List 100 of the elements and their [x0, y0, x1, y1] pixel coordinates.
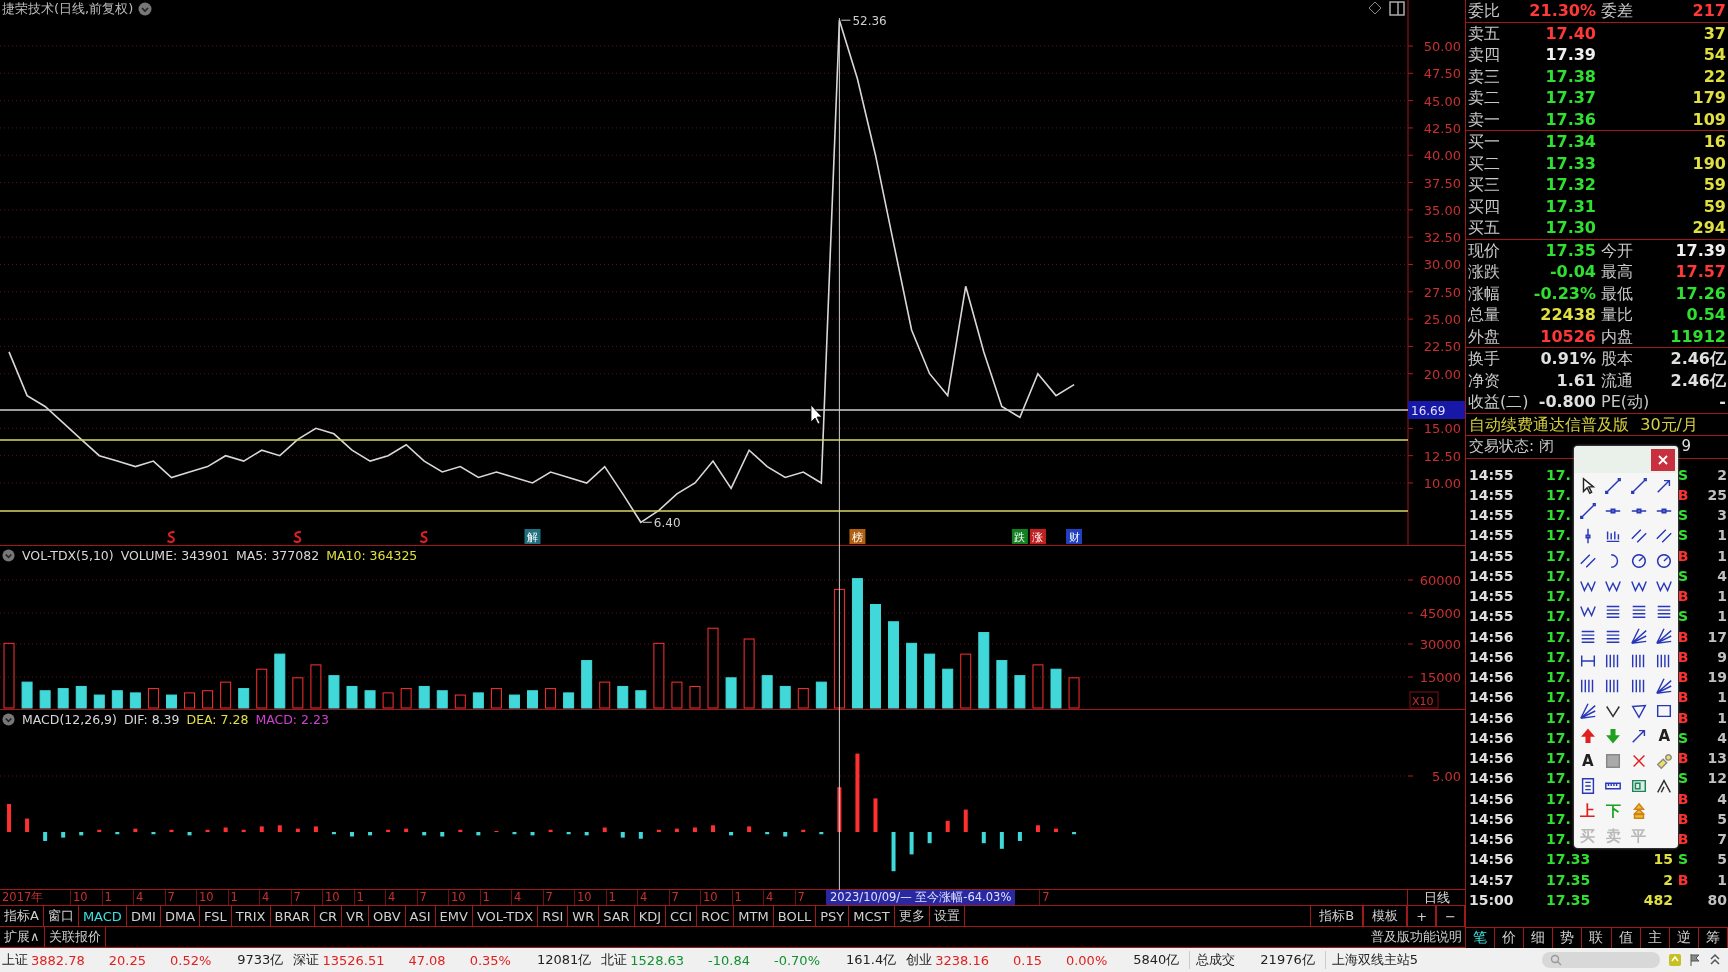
indicator-tab[interactable]: BRAR [270, 906, 315, 926]
indicator-tab[interactable]: BOLL [773, 906, 817, 926]
search-field[interactable] [1542, 952, 1660, 968]
promo-price[interactable]: 30元/月 [1640, 413, 1698, 435]
order-volume: 16 [1702, 131, 1727, 153]
marker-icon[interactable] [166, 531, 176, 543]
fan-icon[interactable] [1629, 626, 1648, 645]
tick-side: B [1677, 809, 1689, 829]
line-icon[interactable] [1629, 476, 1648, 495]
tick-time: 14:56 [1468, 668, 1514, 687]
fan-icon[interactable] [1578, 701, 1597, 720]
server-name: 上海双线主站5 [1324, 951, 1418, 969]
order-price: 17.34 [1544, 131, 1597, 153]
down-arrow-icon[interactable] [1604, 726, 1623, 745]
indicator-tab[interactable]: FSL [200, 906, 232, 926]
tick-side: B [1677, 485, 1689, 505]
event-tag[interactable]: 财 [1066, 529, 1083, 544]
indicator-tab[interactable]: MCST [849, 906, 895, 926]
axis-label: 32.50 [1423, 230, 1461, 246]
indicator-tab[interactable]: 更多 [894, 906, 930, 926]
axis-label: 37.50 [1423, 175, 1461, 191]
close-button[interactable] [1651, 448, 1675, 471]
tick-price: 17.35 [1546, 890, 1591, 910]
parallel-lines-icon[interactable] [1655, 526, 1674, 545]
text-tool[interactable]: 上 [1580, 801, 1596, 820]
event-tag[interactable]: 榜 [849, 529, 866, 544]
tick-side: B [1677, 688, 1689, 708]
flag-icon[interactable] [1688, 953, 1702, 967]
fan-icon[interactable] [1655, 676, 1674, 695]
indicator-tab[interactable]: KDJ [634, 906, 666, 926]
index-amount: 12081亿 [536, 951, 592, 969]
order-volume: 190 [1691, 152, 1727, 174]
indicator-tab[interactable]: WR [568, 906, 600, 926]
indicator-tab[interactable]: VR [342, 906, 369, 926]
index-change: 0.15 [1013, 952, 1042, 968]
indicator-tab[interactable]: DMA [160, 906, 201, 926]
toolbar-button[interactable]: + [1407, 906, 1437, 926]
indicator-value: MA5: 377082 [235, 548, 320, 563]
axis-label: 5.00 [1432, 769, 1461, 784]
eraser-icon[interactable] [1655, 751, 1674, 770]
square-icon[interactable] [1604, 751, 1623, 770]
indicator-tab[interactable]: RSI [538, 906, 569, 926]
indicator-tab[interactable]: DMI [126, 906, 161, 926]
up-arrows-icon[interactable] [1708, 953, 1722, 967]
diamond-icon[interactable] [1368, 1, 1382, 15]
parallel-lines-icon[interactable] [1578, 551, 1597, 570]
indicator-tab[interactable]: PSY [816, 906, 850, 926]
text-tool[interactable]: A [1581, 751, 1594, 770]
quote-label: 卖一 [1468, 108, 1501, 130]
indicator-tab[interactable]: EMV [435, 906, 473, 926]
indicator-tab[interactable]: 指标A [0, 906, 44, 926]
indicator-tab[interactable]: SAR [599, 906, 635, 926]
marker-icon[interactable] [292, 531, 302, 543]
tick-time: 15:00 [1468, 890, 1514, 910]
indicator-tab[interactable]: TRIX [231, 906, 271, 926]
tick-time: 14:56 [1468, 749, 1514, 768]
tick-price: 17. [1546, 546, 1571, 566]
quote-value: 17.35 [1544, 239, 1597, 261]
tick-count: 1 [1717, 708, 1728, 728]
panel-toggle-icon[interactable] [1389, 1, 1405, 16]
tick-price: 17. [1546, 566, 1571, 586]
indicator-tab[interactable]: ROC [697, 906, 735, 926]
indicator-tab[interactable]: ASI [405, 906, 436, 926]
collapse-icon[interactable] [2, 549, 15, 562]
text-tool[interactable]: A [1658, 726, 1671, 745]
promo-text[interactable]: 自动续费通达信普及版 [1469, 413, 1629, 435]
indicator-tab[interactable]: MACD [78, 906, 127, 926]
toolbar-button[interactable]: − [1436, 906, 1465, 926]
help-link[interactable]: 普及版功能说明 [1368, 927, 1465, 947]
indicator-tab[interactable]: CR [314, 906, 342, 926]
indicator-tab[interactable]: 窗口 [43, 906, 79, 926]
tick-time: 14:56 [1468, 830, 1514, 849]
line-icon[interactable] [1578, 501, 1597, 520]
event-tag[interactable]: 跌 [1011, 529, 1028, 544]
dropdown-icon[interactable] [138, 2, 153, 16]
event-tag[interactable]: 涨 [1029, 529, 1046, 544]
tick-count: 4 [1717, 789, 1728, 809]
index-name: 创业 [906, 951, 933, 969]
parallel-lines-icon[interactable] [1629, 526, 1648, 545]
tick-side: S [1677, 465, 1689, 485]
tick-count: 4 [1717, 728, 1728, 748]
indicator-tab[interactable]: MTM [734, 906, 774, 926]
extension-button[interactable]: 扩展∧ [0, 927, 45, 947]
indicator-tab[interactable]: 设置 [929, 906, 965, 926]
indicator-tab[interactable]: OBV [368, 906, 406, 926]
collapse-icon[interactable] [2, 713, 15, 726]
event-tag[interactable]: 解 [524, 529, 541, 544]
indicator-tab[interactable]: VOL-TDX [472, 906, 539, 926]
fan-icon[interactable] [1655, 626, 1674, 645]
marker-icon[interactable] [419, 531, 429, 543]
indicator-tab[interactable]: CCI [666, 906, 697, 926]
index-name: 北证 [601, 951, 628, 969]
tick-price: 17. [1546, 769, 1571, 789]
tick-time: 14:56 [1468, 627, 1514, 647]
line-icon[interactable] [1604, 476, 1623, 495]
up-arrow-icon[interactable] [1578, 726, 1597, 745]
extension-button[interactable]: 关联报价 [44, 927, 106, 947]
date-label: 7 [542, 890, 574, 905]
toolbar-button[interactable]: 指标B [1310, 906, 1364, 926]
toolbar-button[interactable]: 模板 [1363, 906, 1408, 926]
